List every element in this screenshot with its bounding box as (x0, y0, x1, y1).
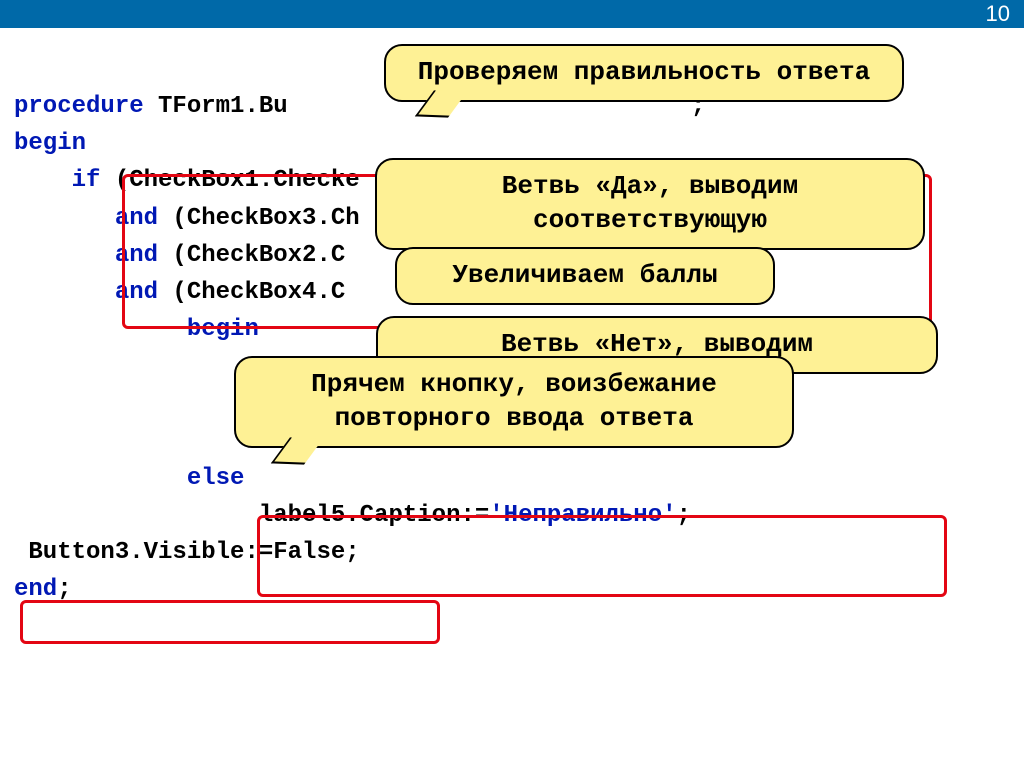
kw-begin2: begin (14, 316, 259, 343)
kw-if: if (14, 167, 100, 194)
code-text: Button3.Visible:=False; (14, 539, 360, 566)
code-text: ; (677, 502, 691, 529)
blank (14, 428, 28, 455)
code-text: (CheckBox3.Ch (158, 205, 360, 232)
blank (14, 353, 28, 380)
blank (14, 391, 28, 418)
callout-check-answer: Проверяем правильность ответа (384, 44, 904, 102)
callout-text: Прячем кнопку, воизбежание повторного вв… (311, 369, 717, 433)
kw-end: end (14, 576, 57, 603)
kw-and: and (14, 242, 158, 269)
kw-else: else (14, 465, 244, 492)
code-text: (CheckBox2.C (158, 242, 345, 269)
slide-number-bar: 10 (0, 0, 1024, 28)
code-text: ; (57, 576, 71, 603)
callout-text: Ветвь «Нет», выводим (501, 329, 813, 359)
kw-procedure: procedure (14, 93, 144, 120)
callout-text: Увеличиваем баллы (452, 260, 717, 290)
callout-text: Проверяем правильность ответа (418, 57, 870, 87)
kw-begin: begin (14, 130, 86, 157)
code-text: (CheckBox4.C (158, 279, 345, 306)
string-literal: 'Неправильно' (489, 502, 676, 529)
kw-and: and (14, 205, 158, 232)
kw-and: and (14, 279, 158, 306)
code-text: (CheckBox1.Checke (100, 167, 359, 194)
callout-yes-branch: Ветвь «Да», выводим соответствующую (375, 158, 925, 250)
code-text: label5.Caption:= (14, 502, 489, 529)
callout-hide-button: Прячем кнопку, воизбежание повторного вв… (234, 356, 794, 448)
page-number: 10 (986, 1, 1010, 26)
callout-increment: Увеличиваем баллы (395, 247, 775, 305)
callout-text: Ветвь «Да», выводим соответствующую (502, 171, 798, 235)
